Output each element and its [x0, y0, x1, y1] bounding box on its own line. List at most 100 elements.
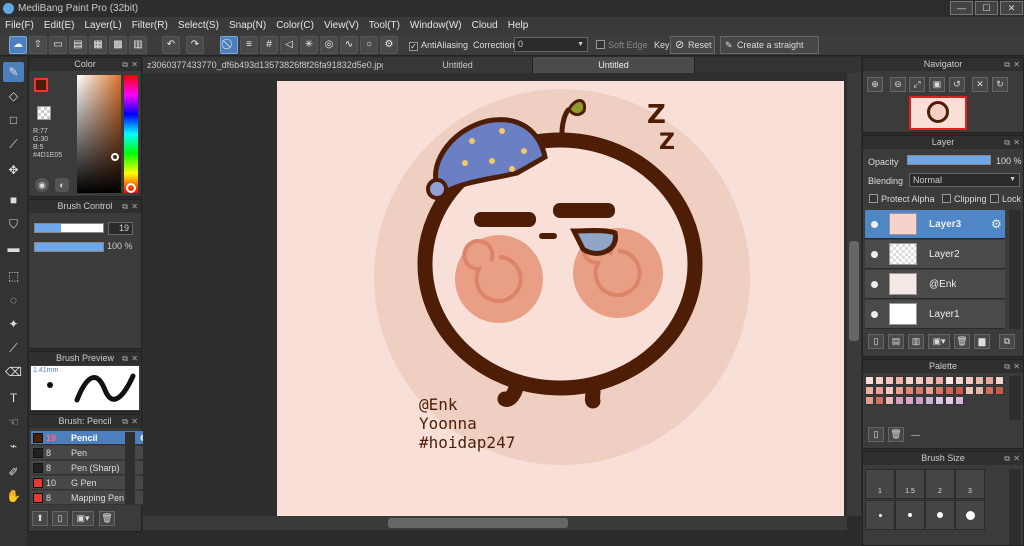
- palette-swatch[interactable]: [985, 376, 994, 385]
- close-icon[interactable]: ✕: [131, 58, 138, 71]
- duplicate-layer-icon[interactable]: ⧉: [999, 334, 1015, 349]
- palette-swatch[interactable]: [975, 386, 984, 395]
- new-palette-icon[interactable]: ▯: [868, 427, 884, 442]
- brush-size-dot-1[interactable]: [865, 500, 895, 530]
- minimize-button[interactable]: —: [950, 1, 973, 15]
- select-pen-icon[interactable]: ⟋: [3, 338, 24, 358]
- menu-select[interactable]: Select(S): [173, 17, 224, 34]
- menu-tool[interactable]: Tool(T): [364, 17, 405, 34]
- canvas-area[interactable]: Z Z @Enk Yoonna #hoidap247: [143, 73, 861, 516]
- palette-swatch[interactable]: [885, 396, 894, 405]
- menu-snap[interactable]: Snap(N): [224, 17, 271, 34]
- menu-layer[interactable]: Layer(L): [79, 17, 126, 34]
- radial-snap-icon[interactable]: ✳: [300, 36, 318, 54]
- palette-swatch[interactable]: [975, 376, 984, 385]
- horizontal-scroll-thumb[interactable]: [388, 518, 568, 528]
- close-icon[interactable]: ✕: [131, 415, 138, 428]
- select-tool-icon[interactable]: ⬚: [3, 266, 24, 286]
- rotate-right-icon[interactable]: ↻: [992, 77, 1008, 92]
- menu-file[interactable]: File(F): [0, 17, 39, 34]
- divide-tool-icon[interactable]: ⌁: [3, 436, 24, 456]
- clipping-checkbox[interactable]: Clipping: [942, 194, 987, 204]
- tab-untitled-1[interactable]: Untitled: [383, 57, 533, 73]
- palette-swatch[interactable]: [945, 386, 954, 395]
- undock-icon[interactable]: ⧉: [122, 58, 128, 71]
- layer-row-layer2[interactable]: Layer2: [865, 240, 1005, 269]
- eyedropper-tool-icon[interactable]: ✐: [3, 462, 24, 482]
- reset-button[interactable]: ⊘ Reset: [670, 36, 715, 54]
- gear-icon[interactable]: ⚙: [991, 210, 1002, 239]
- palette-swatch[interactable]: [935, 396, 944, 405]
- hue-slider[interactable]: [124, 75, 138, 193]
- undock-icon[interactable]: ⧉: [1004, 360, 1010, 373]
- vanishing-point-icon[interactable]: ◁: [280, 36, 298, 54]
- horizontal-scrollbar[interactable]: [143, 516, 847, 530]
- new-halftone-layer-icon[interactable]: ▤: [888, 334, 904, 349]
- select-eraser-icon[interactable]: ⌫: [3, 362, 24, 382]
- comment-icon[interactable]: ▭: [49, 36, 67, 54]
- bucket-tool-icon[interactable]: ⛉: [3, 214, 24, 234]
- palette-swatch[interactable]: [885, 376, 894, 385]
- palette-swatch[interactable]: [925, 376, 934, 385]
- menu-color[interactable]: Color(C): [271, 17, 319, 34]
- redo-icon[interactable]: ↷: [186, 36, 204, 54]
- menu-cloud[interactable]: Cloud: [467, 17, 503, 34]
- zoom-out-icon[interactable]: ⊖: [890, 77, 906, 92]
- menu-window[interactable]: Window(W): [405, 17, 467, 34]
- palette-scrollbar[interactable]: [1009, 376, 1021, 420]
- palette-swatch[interactable]: [925, 386, 934, 395]
- layer-row-layer1[interactable]: Layer1: [865, 300, 1005, 329]
- brush-size-2[interactable]: 2: [925, 469, 955, 499]
- foreground-color-swatch[interactable]: [34, 78, 48, 92]
- brush-size-1[interactable]: 1: [865, 469, 895, 499]
- straight-line-button[interactable]: ✎Create a straight line: [720, 36, 819, 66]
- eye-icon[interactable]: [871, 281, 878, 288]
- hand-tool-icon[interactable]: ✋: [3, 486, 24, 506]
- palette-swatch[interactable]: [955, 376, 964, 385]
- zoom-in-icon[interactable]: ⊕: [867, 77, 883, 92]
- brush-menu-icon[interactable]: ▣▾: [72, 511, 94, 526]
- brush-size-dot-2[interactable]: [895, 500, 925, 530]
- palette-swatch[interactable]: [895, 376, 904, 385]
- rotate-left-icon[interactable]: ↺: [949, 77, 965, 92]
- circle-snap-icon[interactable]: ◎: [320, 36, 338, 54]
- menu-filter[interactable]: Filter(R): [127, 17, 173, 34]
- saturation-value-picker[interactable]: [77, 75, 121, 193]
- rectangle-tool-icon[interactable]: ■: [3, 190, 24, 210]
- brush-list-scrollbar[interactable]: [125, 432, 135, 504]
- palette-swatch[interactable]: [925, 396, 934, 405]
- brush-size-slider[interactable]: [34, 223, 104, 233]
- brush-tool-icon[interactable]: ✎: [3, 62, 24, 82]
- brush-size-1-5[interactable]: 1.5: [895, 469, 925, 499]
- close-icon[interactable]: ✕: [131, 200, 138, 213]
- tab-untitled-2[interactable]: Untitled: [533, 57, 695, 73]
- menu-edit[interactable]: Edit(E): [39, 17, 80, 34]
- actual-size-icon[interactable]: ▣: [929, 77, 945, 92]
- eraser-tool-icon[interactable]: ◇: [3, 86, 24, 106]
- delete-palette-icon[interactable]: 🗑: [888, 427, 904, 442]
- tab-jpg[interactable]: z3060377433770_df6b493d13573826f8f26fa91…: [143, 57, 386, 73]
- palette-swatch[interactable]: [915, 376, 924, 385]
- palette-swatch[interactable]: [905, 386, 914, 395]
- document-icon[interactable]: ▦: [89, 36, 107, 54]
- share-icon[interactable]: ⇧: [29, 36, 47, 54]
- palette-swatch[interactable]: [945, 376, 954, 385]
- palette-swatch[interactable]: [865, 376, 874, 385]
- gradation-tool-icon[interactable]: ▬: [3, 238, 24, 258]
- move-tool-icon[interactable]: ✥: [3, 160, 24, 180]
- text-tool-icon[interactable]: T: [3, 388, 24, 408]
- undock-icon[interactable]: ⧉: [1004, 136, 1010, 149]
- palette-swatch[interactable]: [875, 386, 884, 395]
- delete-brush-icon[interactable]: 🗑: [99, 511, 115, 526]
- artwork-canvas[interactable]: Z Z @Enk Yoonna #hoidap247: [277, 81, 844, 516]
- color-cursor[interactable]: [111, 153, 119, 161]
- settings-icon[interactable]: ⚙: [380, 36, 398, 54]
- brush-size-3[interactable]: 3: [955, 469, 985, 499]
- palette-swatch[interactable]: [965, 386, 974, 395]
- brush-opacity-slider[interactable]: [34, 242, 104, 252]
- brush-size-dot-4[interactable]: [955, 500, 985, 530]
- close-icon[interactable]: ✕: [1013, 452, 1020, 465]
- eye-icon[interactable]: [871, 221, 878, 228]
- curve-snap-icon[interactable]: ∿: [340, 36, 358, 54]
- dot-tool-icon[interactable]: □: [3, 110, 24, 130]
